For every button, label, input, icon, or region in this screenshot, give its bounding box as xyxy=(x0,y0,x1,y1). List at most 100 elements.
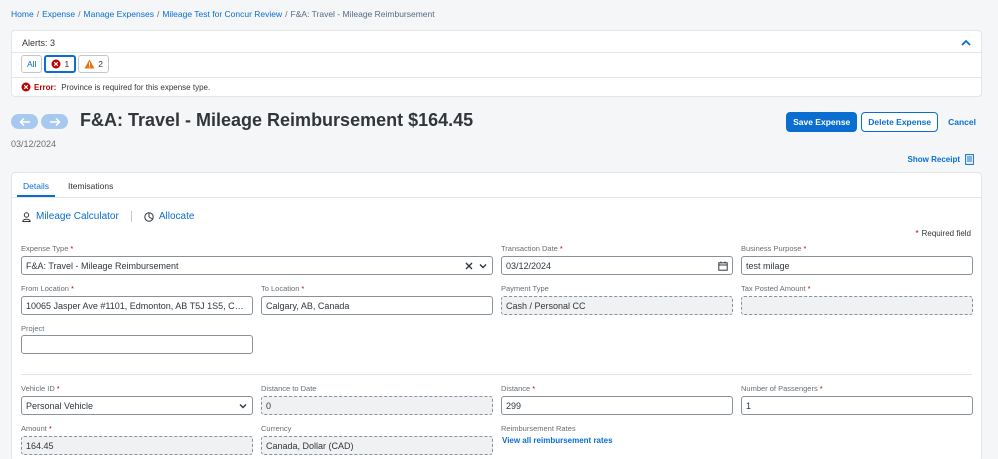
filter-errors-button[interactable]: 1 xyxy=(44,55,77,73)
distance-to-date-label: Distance to Date xyxy=(261,384,317,393)
vehicle-id-value: Personal Vehicle xyxy=(26,400,94,411)
cancel-button[interactable]: Cancel xyxy=(942,112,982,132)
to-location-value: Calgary, AB, Canada xyxy=(266,300,350,311)
distance-input[interactable]: 299 xyxy=(501,396,733,415)
breadcrumb-current: F&A: Travel - Mileage Reimbursement xyxy=(290,9,435,19)
active-tab-indicator xyxy=(17,195,55,197)
amount-field: 164.45 xyxy=(21,436,253,455)
breadcrumb-manage-expenses[interactable]: Manage Expenses xyxy=(84,9,154,19)
delete-expense-button[interactable]: Delete Expense xyxy=(861,112,939,132)
mileage-calculator-button[interactable]: Mileage Calculator xyxy=(22,211,119,222)
from-location-value: 10065 Jasper Ave #1101, Edmonton, AB T5J… xyxy=(26,300,248,311)
distance-label: Distance * xyxy=(501,384,536,393)
mileage-calculator-label: Mileage Calculator xyxy=(36,211,119,222)
filter-all-label: All xyxy=(27,59,37,69)
error-label: Error: xyxy=(34,82,57,92)
breadcrumb: Home / Expense / Manage Expenses / Mileage Tes… xyxy=(11,9,435,19)
payment-type-field: Cash / Personal CC xyxy=(501,296,733,315)
save-expense-button[interactable]: Save Expense xyxy=(786,112,858,132)
amount-label: Amount * xyxy=(21,424,52,433)
tax-posted-amount-field xyxy=(741,296,973,315)
error-message: Province is required for this expense ty… xyxy=(61,82,211,92)
filter-all-button[interactable]: All xyxy=(21,55,43,73)
filter-warnings-button[interactable]: 2 xyxy=(78,55,109,73)
tab-itemisations[interactable]: Itemisations xyxy=(68,181,113,191)
payment-type-label: Payment Type xyxy=(501,284,549,293)
transaction-date-label: Transaction Date * xyxy=(501,244,563,253)
expense-date: 03/12/2024 xyxy=(11,139,57,149)
project-label: Project xyxy=(21,324,45,333)
project-input[interactable] xyxy=(21,335,253,354)
reimbursement-rates-label: Reimbursement Rates xyxy=(501,424,576,433)
currency-field: Canada, Dollar (CAD) xyxy=(261,436,493,455)
breadcrumb-expense[interactable]: Expense xyxy=(42,9,75,19)
show-receipt-label: Show Receipt xyxy=(907,155,960,164)
breadcrumb-separator: / xyxy=(36,9,40,19)
expense-type-value: F&A: Travel - Mileage Reimbursement xyxy=(26,260,179,271)
business-purpose-input[interactable]: test milage xyxy=(741,256,973,275)
breadcrumb-home[interactable]: Home xyxy=(11,9,34,19)
payment-type-value: Cash / Personal CC xyxy=(506,300,586,311)
transaction-date-input[interactable]: 03/12/2024 xyxy=(501,256,733,275)
view-reimbursement-rates-link[interactable]: View all reimbursement rates xyxy=(502,436,613,445)
arrow-left-icon xyxy=(18,117,31,127)
chevron-down-icon[interactable] xyxy=(478,261,488,271)
number-of-passengers-value: 1 xyxy=(746,400,752,411)
expense-type-select[interactable]: F&A: Travel - Mileage Reimbursement xyxy=(21,256,493,275)
tab-details[interactable]: Details xyxy=(23,181,49,191)
error-count: 1 xyxy=(64,59,70,69)
from-location-label: From Location * xyxy=(21,284,74,293)
to-location-input[interactable]: Calgary, AB, Canada xyxy=(261,296,493,315)
distance-to-date-value: 0 xyxy=(266,400,272,411)
receipt-icon xyxy=(965,154,974,165)
pie-chart-icon xyxy=(144,211,154,222)
alerts-panel: Alerts: 3 All 1 2 Error: Province is req… xyxy=(11,30,982,97)
calendar-icon[interactable] xyxy=(718,261,728,271)
chevron-up-icon[interactable] xyxy=(959,36,973,50)
error-message-row: Error: Province is required for this exp… xyxy=(21,82,210,92)
breadcrumb-separator: / xyxy=(78,9,81,19)
person-icon xyxy=(22,211,31,222)
to-location-label: To Location * xyxy=(261,284,305,293)
breadcrumb-separator: / xyxy=(156,9,160,19)
divider xyxy=(12,77,981,78)
warning-icon xyxy=(84,59,95,69)
allocate-label: Allocate xyxy=(158,211,195,222)
from-location-input[interactable]: 10065 Jasper Ave #1101, Edmonton, AB T5J… xyxy=(21,296,253,315)
distance-to-date-field: 0 xyxy=(261,396,493,415)
expense-details-card: Details Itemisations Mileage Calculator … xyxy=(11,172,982,459)
record-navigation xyxy=(11,114,68,129)
chevron-down-icon[interactable] xyxy=(238,401,248,411)
breadcrumb-report[interactable]: Mileage Test for Concur Review xyxy=(162,9,282,19)
page-title: F&A: Travel - Mileage Reimbursement $164… xyxy=(80,110,474,130)
required-field-note: * Required field xyxy=(915,229,972,238)
divider xyxy=(130,211,132,222)
number-of-passengers-input[interactable]: 1 xyxy=(741,396,973,415)
warning-count: 2 xyxy=(98,59,103,69)
vehicle-id-select[interactable]: Personal Vehicle xyxy=(21,396,253,415)
toolbar: Mileage Calculator Allocate xyxy=(22,211,194,222)
divider xyxy=(21,374,972,375)
error-icon xyxy=(21,82,31,92)
alert-filters: All 1 2 xyxy=(21,55,109,73)
vehicle-id-label: Vehicle ID * xyxy=(21,384,60,393)
currency-value: Canada, Dollar (CAD) xyxy=(266,440,354,451)
clear-icon[interactable] xyxy=(464,261,474,271)
tax-posted-amount-label: Tax Posted Amount * xyxy=(741,284,811,293)
business-purpose-value: test milage xyxy=(746,260,790,271)
arrow-right-icon xyxy=(49,117,61,127)
divider xyxy=(12,52,981,53)
breadcrumb-separator: / xyxy=(285,9,288,19)
next-button[interactable] xyxy=(41,114,68,129)
transaction-date-value: 03/12/2024 xyxy=(506,260,552,271)
amount-value: 164.45 xyxy=(26,440,54,451)
business-purpose-label: Business Purpose * xyxy=(741,244,807,253)
header-actions: Save Expense Delete Expense Cancel xyxy=(786,112,982,132)
previous-button[interactable] xyxy=(11,114,38,129)
allocate-button[interactable]: Allocate xyxy=(144,211,195,222)
show-receipt-link[interactable]: Show Receipt xyxy=(908,154,974,165)
tab-bar: Details Itemisations xyxy=(12,173,981,198)
alerts-title: Alerts: 3 xyxy=(22,38,56,48)
currency-label: Currency xyxy=(261,424,292,433)
number-of-passengers-label: Number of Passengers * xyxy=(741,384,823,393)
